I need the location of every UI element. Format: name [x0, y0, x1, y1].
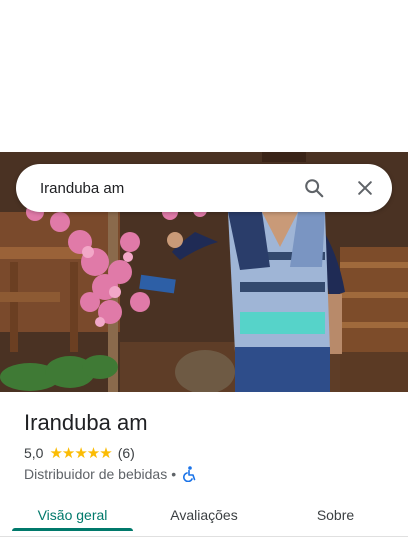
rating-row[interactable]: 5,0 ★★★★★ (6)	[24, 444, 135, 462]
tab-overview[interactable]: Visão geral	[0, 492, 145, 537]
tabs-divider	[0, 536, 408, 537]
tab-overview-label: Visão geral	[37, 506, 108, 523]
category-row: Distribuidor de bebidas •	[24, 465, 196, 483]
tab-reviews-label: Avaliações	[170, 506, 238, 523]
close-icon[interactable]	[353, 176, 377, 200]
place-category[interactable]: Distribuidor de bebidas	[24, 466, 167, 482]
tab-about-label: Sobre	[316, 506, 355, 523]
separator-dot: •	[171, 466, 177, 482]
place-tabs: Visão geral Avaliações Sobre	[0, 492, 408, 537]
search-bar	[16, 164, 392, 212]
tab-reviews[interactable]: Avaliações	[145, 492, 263, 537]
place-title: Iranduba am	[24, 410, 148, 435]
star-rating-icon: ★★★★★	[49, 445, 112, 462]
tab-about[interactable]: Sobre	[263, 492, 408, 537]
search-input[interactable]	[40, 173, 280, 203]
active-tab-indicator	[12, 528, 133, 531]
wheelchair-icon[interactable]	[182, 466, 196, 482]
search-icon[interactable]	[302, 176, 326, 200]
review-count[interactable]: (6)	[118, 445, 135, 461]
rating-value: 5,0	[24, 445, 44, 461]
